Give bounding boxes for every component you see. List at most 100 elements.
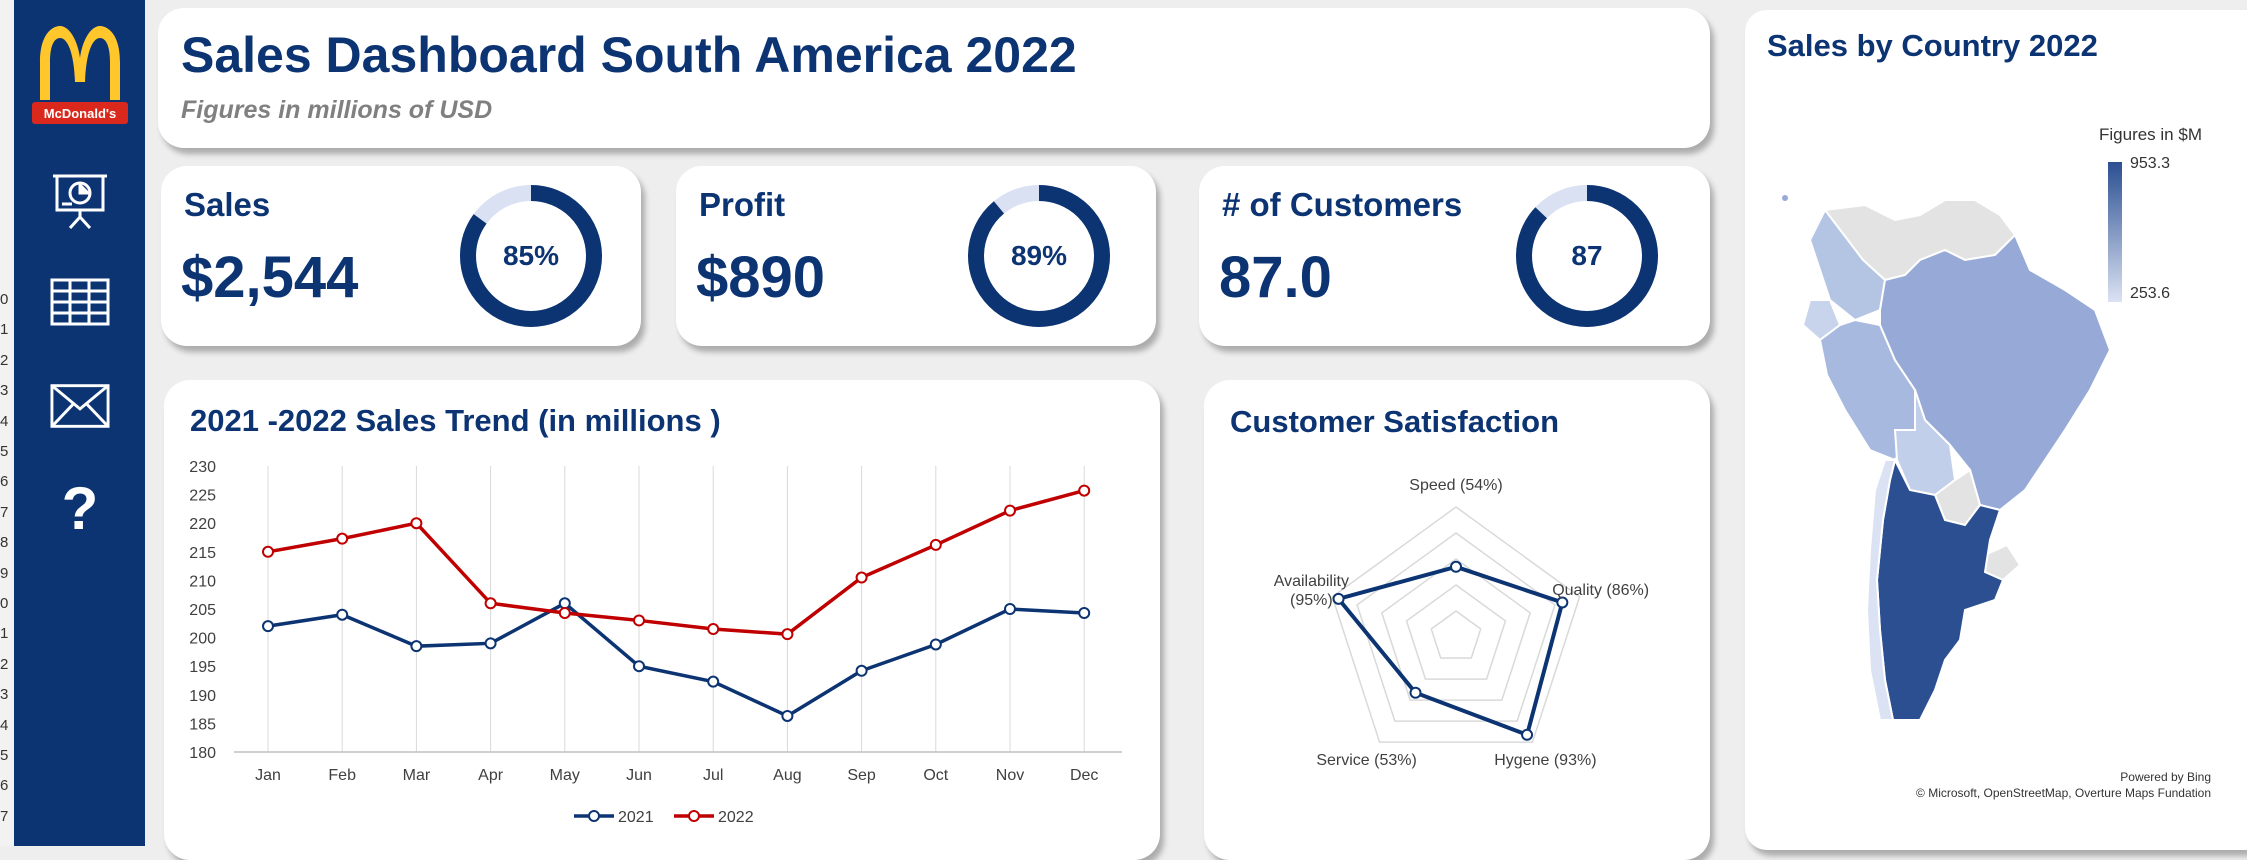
radar-axis-label: Service (53%) xyxy=(1316,752,1416,769)
data-point xyxy=(484,597,497,610)
kpi-label: # of Customers xyxy=(1222,186,1463,223)
page-subtitle: Figures in millions of USD xyxy=(181,96,493,124)
x-tick-label: May xyxy=(550,767,580,784)
sidebar: McDonald's ? xyxy=(14,0,145,846)
y-tick-label: 195 xyxy=(189,659,216,676)
row-number: 1 xyxy=(0,321,9,339)
data-point xyxy=(929,538,942,551)
header-card: Sales Dashboard South America 2022 Figur… xyxy=(158,8,1710,148)
radar-point xyxy=(1450,560,1462,573)
radar-point xyxy=(1521,728,1534,741)
data-point xyxy=(558,597,571,610)
kpi-value: $890 xyxy=(696,245,826,310)
presentation-icon[interactable] xyxy=(50,170,110,230)
data-point xyxy=(1004,603,1016,615)
y-tick-label: 185 xyxy=(189,716,216,733)
x-tick-label: Sep xyxy=(847,767,876,784)
radar-grid-ring xyxy=(1405,584,1507,680)
row-number: 6 xyxy=(0,777,9,795)
kpi-label: Sales xyxy=(184,186,271,223)
radar-axis-label: Quality (86%) xyxy=(1552,582,1649,599)
legend-marker xyxy=(588,810,600,822)
kpi-donut: 85% xyxy=(459,184,603,328)
data-point xyxy=(558,607,571,620)
kpi-donut: 87 xyxy=(1515,184,1659,328)
legend-marker xyxy=(688,810,700,822)
svg-text:McDonald's: McDonald's xyxy=(44,106,116,121)
kpi-card-sales: Sales $2,544 85% xyxy=(161,166,641,346)
y-tick-label: 210 xyxy=(189,573,216,590)
row-number: 5 xyxy=(0,747,9,764)
satisfaction-card: Customer Satisfaction Speed (54%) Quality… xyxy=(1204,380,1710,860)
row-number: 5 xyxy=(0,443,9,460)
y-tick-label: 200 xyxy=(189,631,216,648)
map-card: Sales by Country 2022 Figures in $M 953.… xyxy=(1745,10,2247,850)
sales-trend-card: 2021 -2022 Sales Trend (in millions ) Ja… xyxy=(164,380,1160,860)
row-number: 2 xyxy=(0,351,9,369)
kpi-donut: 89% xyxy=(967,184,1111,328)
row-number: 0 xyxy=(0,291,9,308)
sales-trend-chart: Jan Feb Mar Apr May Jun Jul Aug Sep Oct Nov Dec 180 1… xyxy=(189,459,1122,826)
data-point xyxy=(707,623,720,636)
spreadsheet-row-gutter: 0 1 2 3 4 5 6 7 8 9 0 1 2 3 4 5 6 7 xyxy=(0,0,15,846)
map-credit-bing: Powered by Bing xyxy=(2120,770,2211,784)
map-title: Sales by Country 2022 xyxy=(1767,28,2098,63)
x-tick-label: Dec xyxy=(1070,767,1098,784)
data-point xyxy=(262,545,274,558)
radar-point xyxy=(1332,592,1345,605)
kpi-card-customers: # of Customers 87.0 87 xyxy=(1199,166,1710,346)
radar-axis-label-line: Service (53%) xyxy=(1316,752,1416,769)
row-number: 8 xyxy=(0,534,9,552)
series-line xyxy=(267,488,1085,636)
y-tick-label: 215 xyxy=(189,545,216,562)
kpi-percent: 89% xyxy=(1010,240,1068,271)
y-tick-label: 190 xyxy=(189,688,216,705)
x-tick-label: Oct xyxy=(923,767,948,784)
data-point xyxy=(1078,607,1091,620)
legend-label: 2021 xyxy=(618,809,654,826)
y-tick-label: 220 xyxy=(189,516,216,533)
x-tick-label: Aug xyxy=(773,767,801,784)
data-point xyxy=(484,637,497,650)
row-number: 6 xyxy=(0,473,9,491)
row-number: 4 xyxy=(0,412,9,430)
help-icon[interactable]: ? xyxy=(50,475,110,542)
row-number: 0 xyxy=(0,595,9,612)
mcdonalds-logo[interactable]: McDonald's xyxy=(32,22,128,124)
radar-axis-label-line: Availability xyxy=(1274,573,1349,590)
data-point xyxy=(410,640,423,653)
x-tick-label: Nov xyxy=(996,767,1024,784)
x-tick-label: Jul xyxy=(703,767,723,784)
kpi-card-profit: Profit $890 89% xyxy=(676,166,1156,346)
row-number: 4 xyxy=(0,716,9,734)
y-tick-label: 180 xyxy=(189,745,216,762)
row-number: 9 xyxy=(0,564,9,582)
data-point xyxy=(336,608,349,621)
radar-axis-label-line: Speed (54%) xyxy=(1409,477,1502,494)
row-number: 1 xyxy=(0,625,9,643)
radar-axis-label-line: (95%) xyxy=(1290,592,1333,609)
data-point xyxy=(929,638,942,651)
data-point xyxy=(633,660,645,673)
row-number: 2 xyxy=(0,655,9,673)
kpi-percent: 85% xyxy=(502,240,560,271)
map-credit-attribution: © Microsoft, OpenStreetMap, Overture Map… xyxy=(1916,786,2211,800)
satisfaction-radar-chart: Speed (54%) Quality (86%) Hygene (93%) Serv… xyxy=(1274,477,1649,769)
y-tick-label: 230 xyxy=(189,459,216,476)
radar-axis-label: Speed (54%) xyxy=(1409,477,1502,494)
x-tick-label: Mar xyxy=(403,767,431,784)
x-tick-label: Jan xyxy=(255,767,281,784)
data-point xyxy=(1078,484,1091,497)
radar-axis-label-line: Hygene (93%) xyxy=(1494,752,1596,769)
kpi-percent: 87 xyxy=(1571,240,1603,271)
kpi-value: 87.0 xyxy=(1219,245,1332,310)
y-tick-label: 225 xyxy=(189,488,216,505)
mail-icon[interactable] xyxy=(50,376,110,436)
radar-point xyxy=(1409,686,1422,699)
series-line xyxy=(267,601,1085,718)
x-tick-label: Feb xyxy=(328,767,356,784)
data-point xyxy=(336,532,349,545)
data-point xyxy=(781,628,794,641)
row-number: 3 xyxy=(0,686,9,704)
table-icon[interactable] xyxy=(50,272,110,332)
